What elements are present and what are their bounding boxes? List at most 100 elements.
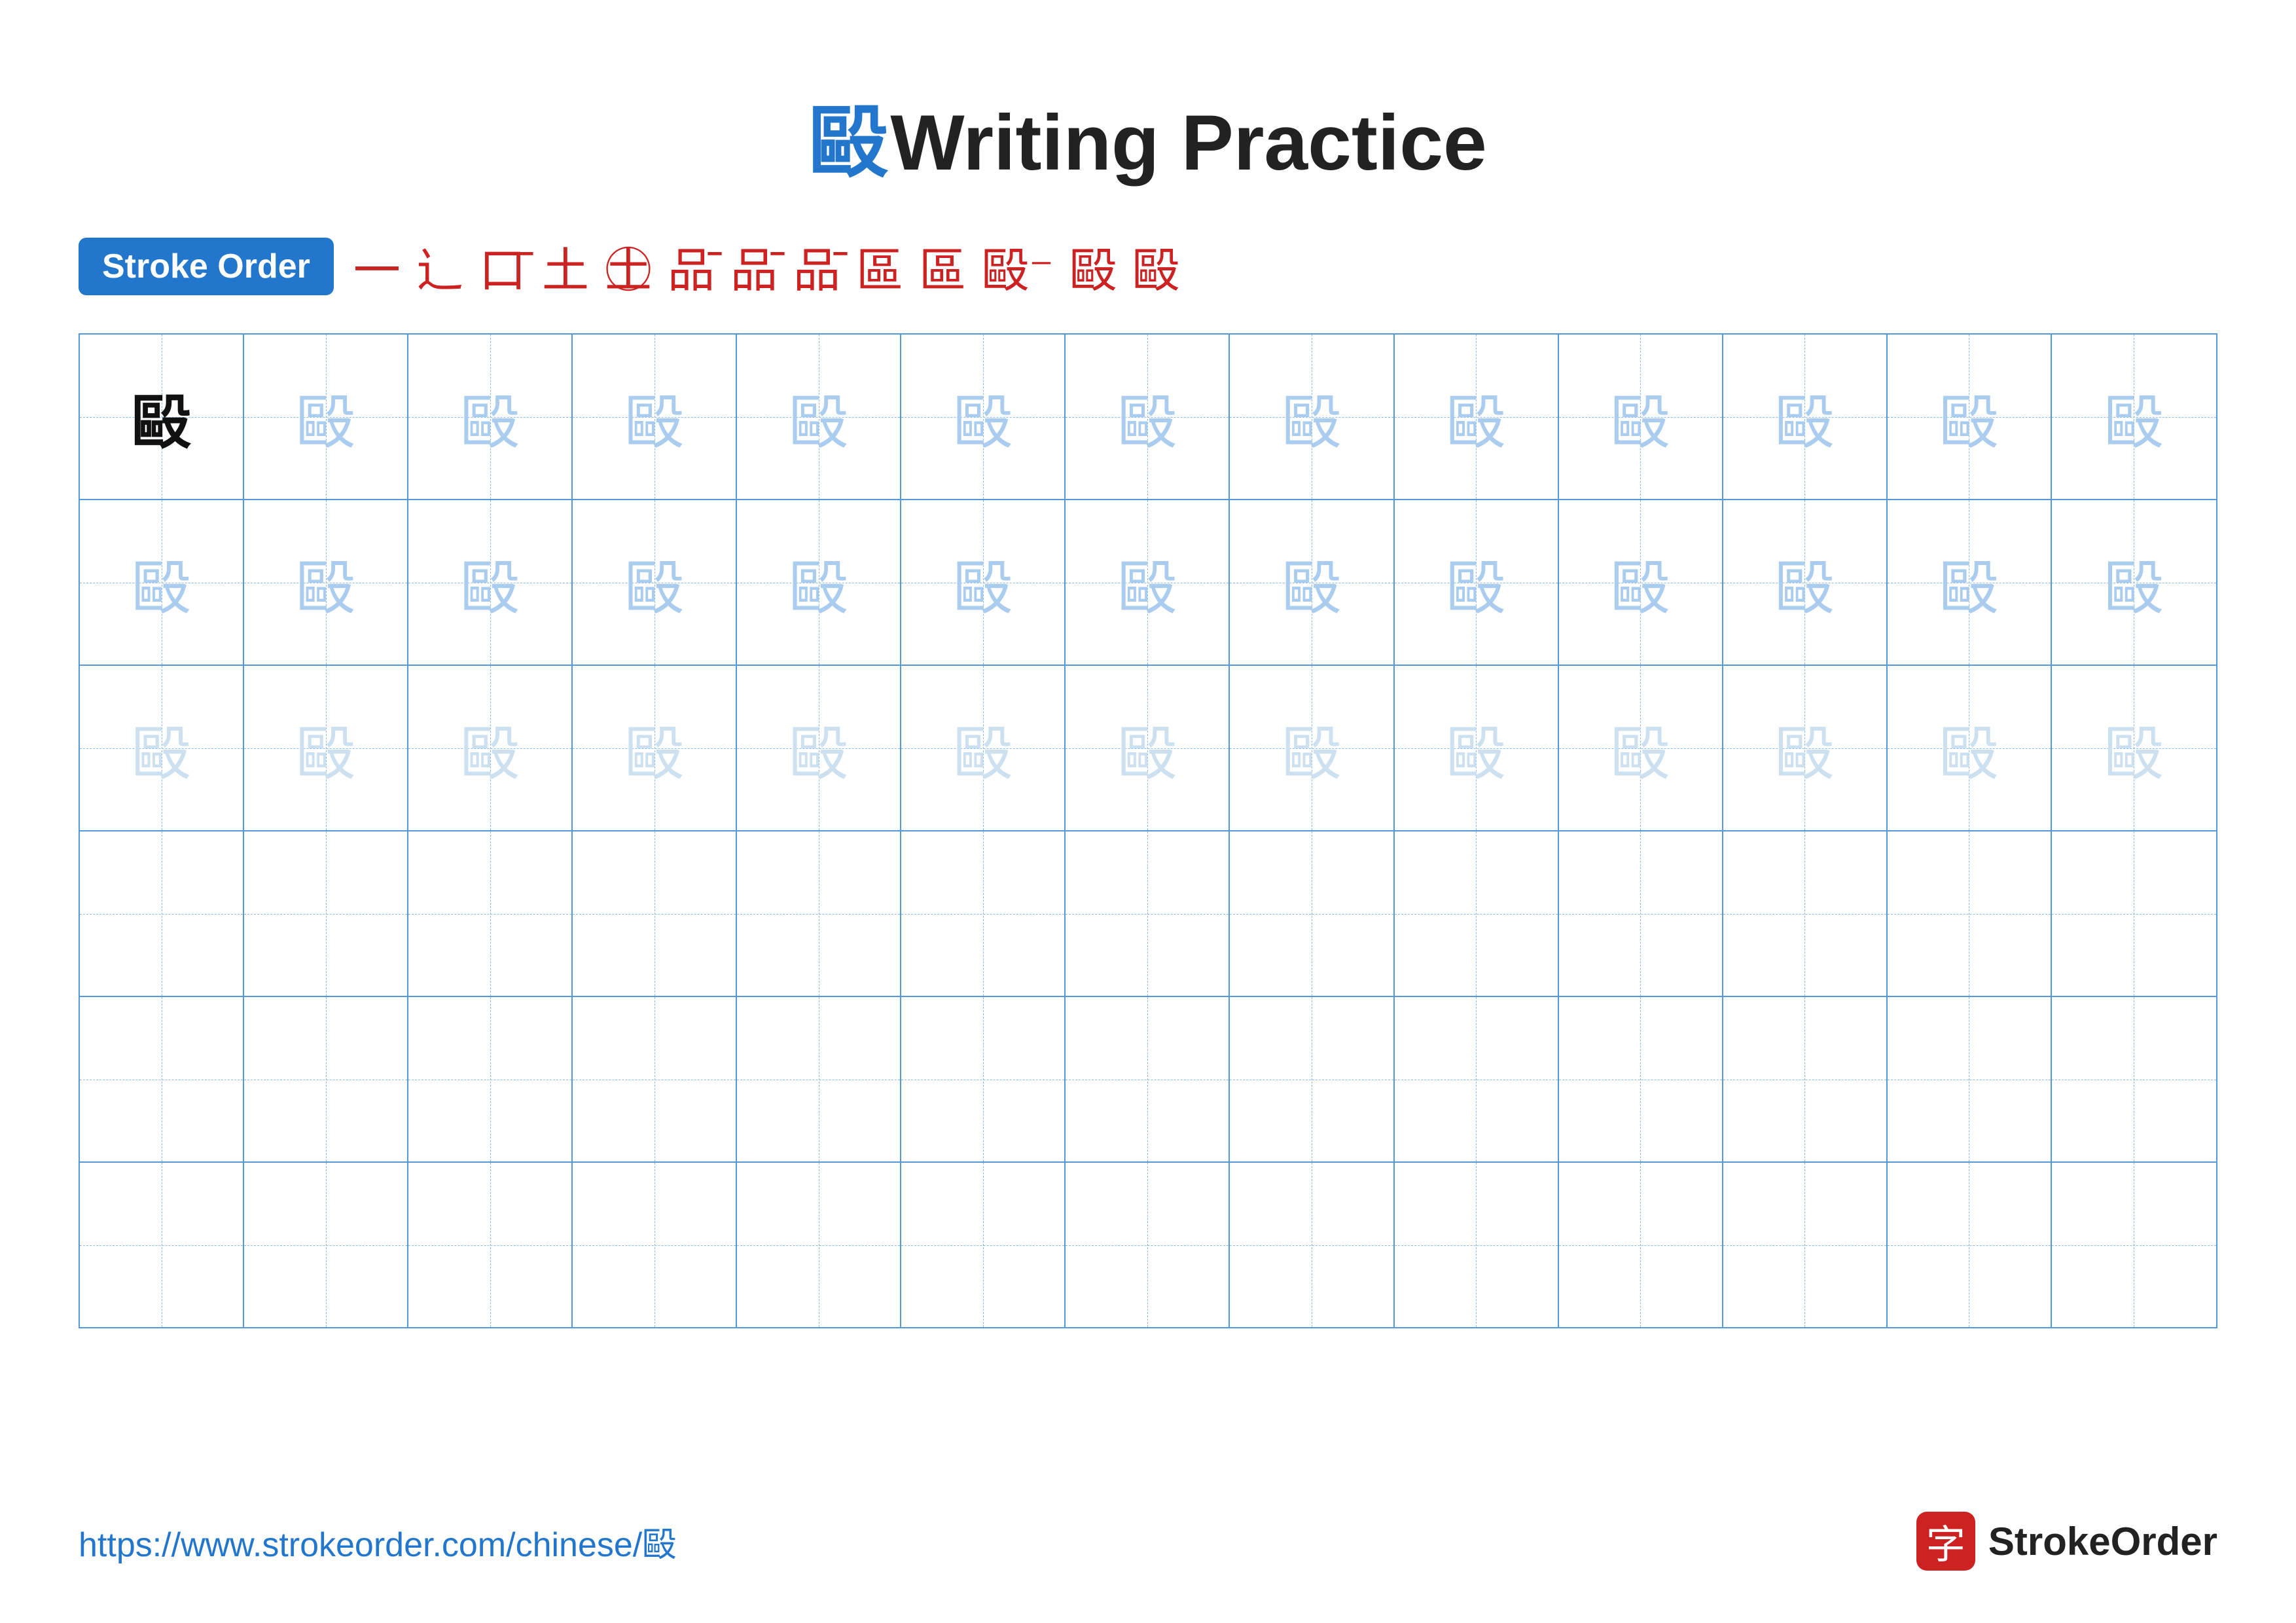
cell-char: 毆 bbox=[461, 374, 520, 460]
grid-cell-3-5[interactable]: 毆 bbox=[737, 666, 901, 830]
grid-cell-3-10[interactable]: 毆 bbox=[1559, 666, 1723, 830]
footer-url: https://www.strokeorder.com/chinese/毆 bbox=[79, 1517, 676, 1566]
grid-cell-3-3[interactable]: 毆 bbox=[408, 666, 573, 830]
cell-char: 毆 bbox=[954, 706, 1013, 791]
grid-cell-5-2[interactable] bbox=[244, 997, 408, 1161]
grid-cell-5-13[interactable] bbox=[2052, 997, 2216, 1161]
grid-cell-3-1[interactable]: 毆 bbox=[80, 666, 244, 830]
grid-cell-6-13[interactable] bbox=[2052, 1163, 2216, 1327]
grid-cell-4-9[interactable] bbox=[1395, 831, 1559, 996]
cell-char: 毆 bbox=[1282, 706, 1341, 791]
grid-cell-3-4[interactable]: 毆 bbox=[573, 666, 737, 830]
cell-char: 毆 bbox=[2104, 540, 2163, 625]
grid-cell-2-13[interactable]: 毆 bbox=[2052, 500, 2216, 665]
grid-cell-5-10[interactable] bbox=[1559, 997, 1723, 1161]
grid-cell-2-1[interactable]: 毆 bbox=[80, 500, 244, 665]
grid-cell-6-8[interactable] bbox=[1230, 1163, 1394, 1327]
grid-cell-4-5[interactable] bbox=[737, 831, 901, 996]
grid-cell-6-6[interactable] bbox=[901, 1163, 1066, 1327]
grid-cell-6-1[interactable] bbox=[80, 1163, 244, 1327]
cell-char: 毆 bbox=[2104, 706, 2163, 791]
grid-cell-2-7[interactable]: 毆 bbox=[1066, 500, 1230, 665]
grid-cell-1-3[interactable]: 毆 bbox=[408, 335, 573, 499]
grid-cell-4-11[interactable] bbox=[1723, 831, 1888, 996]
grid-cell-1-13[interactable]: 毆 bbox=[2052, 335, 2216, 499]
grid-cell-6-3[interactable] bbox=[408, 1163, 573, 1327]
grid-cell-2-10[interactable]: 毆 bbox=[1559, 500, 1723, 665]
grid-cell-5-5[interactable] bbox=[737, 997, 901, 1161]
grid-cell-1-8[interactable]: 毆 bbox=[1230, 335, 1394, 499]
grid-cell-5-6[interactable] bbox=[901, 997, 1066, 1161]
grid-cell-5-7[interactable] bbox=[1066, 997, 1230, 1161]
grid-cell-1-11[interactable]: 毆 bbox=[1723, 335, 1888, 499]
grid-cell-6-5[interactable] bbox=[737, 1163, 901, 1327]
grid-row-1: 毆 毆 毆 毆 毆 毆 毆 毆 毆 bbox=[80, 335, 2216, 500]
grid-cell-1-6[interactable]: 毆 bbox=[901, 335, 1066, 499]
grid-cell-5-8[interactable] bbox=[1230, 997, 1394, 1161]
cell-char: 毆 bbox=[1611, 706, 1670, 791]
grid-cell-1-7[interactable]: 毆 bbox=[1066, 335, 1230, 499]
grid-cell-3-9[interactable]: 毆 bbox=[1395, 666, 1559, 830]
grid-cell-2-3[interactable]: 毆 bbox=[408, 500, 573, 665]
grid-cell-2-9[interactable]: 毆 bbox=[1395, 500, 1559, 665]
grid-cell-3-7[interactable]: 毆 bbox=[1066, 666, 1230, 830]
grid-cell-5-12[interactable] bbox=[1888, 997, 2052, 1161]
grid-cell-4-4[interactable] bbox=[573, 831, 737, 996]
grid-cell-4-2[interactable] bbox=[244, 831, 408, 996]
grid-cell-6-2[interactable] bbox=[244, 1163, 408, 1327]
grid-cell-4-12[interactable] bbox=[1888, 831, 2052, 996]
grid-cell-3-6[interactable]: 毆 bbox=[901, 666, 1066, 830]
footer-brand: 字 StrokeOrder bbox=[1916, 1512, 2217, 1571]
grid-cell-6-11[interactable] bbox=[1723, 1163, 1888, 1327]
grid-cell-1-5[interactable]: 毆 bbox=[737, 335, 901, 499]
grid-cell-5-11[interactable] bbox=[1723, 997, 1888, 1161]
cell-char: 毆 bbox=[625, 706, 684, 791]
grid-cell-4-10[interactable] bbox=[1559, 831, 1723, 996]
cell-char: 毆 bbox=[789, 706, 848, 791]
grid-cell-2-5[interactable]: 毆 bbox=[737, 500, 901, 665]
cell-char: 毆 bbox=[461, 706, 520, 791]
grid-cell-4-8[interactable] bbox=[1230, 831, 1394, 996]
grid-cell-4-1[interactable] bbox=[80, 831, 244, 996]
cell-char: 毆 bbox=[132, 374, 191, 460]
grid-cell-6-7[interactable] bbox=[1066, 1163, 1230, 1327]
grid-cell-5-9[interactable] bbox=[1395, 997, 1559, 1161]
stroke-step-12: 毆 bbox=[1069, 232, 1117, 301]
grid-cell-6-9[interactable] bbox=[1395, 1163, 1559, 1327]
stroke-step-7: 品̄ bbox=[730, 232, 778, 301]
grid-cell-4-7[interactable] bbox=[1066, 831, 1230, 996]
grid-cell-4-3[interactable] bbox=[408, 831, 573, 996]
grid-cell-5-4[interactable] bbox=[573, 997, 737, 1161]
brand-icon: 字 bbox=[1916, 1512, 1975, 1571]
cell-char: 毆 bbox=[789, 374, 848, 460]
grid-cell-5-1[interactable] bbox=[80, 997, 244, 1161]
grid-cell-2-4[interactable]: 毆 bbox=[573, 500, 737, 665]
grid-cell-1-2[interactable]: 毆 bbox=[244, 335, 408, 499]
grid-cell-2-11[interactable]: 毆 bbox=[1723, 500, 1888, 665]
stroke-step-6: 品̄ bbox=[668, 232, 715, 301]
grid-cell-2-2[interactable]: 毆 bbox=[244, 500, 408, 665]
grid-cell-3-13[interactable]: 毆 bbox=[2052, 666, 2216, 830]
title-character: 毆 bbox=[809, 100, 888, 187]
grid-cell-1-12[interactable]: 毆 bbox=[1888, 335, 2052, 499]
grid-cell-6-10[interactable] bbox=[1559, 1163, 1723, 1327]
grid-cell-1-9[interactable]: 毆 bbox=[1395, 335, 1559, 499]
grid-cell-2-6[interactable]: 毆 bbox=[901, 500, 1066, 665]
grid-cell-4-6[interactable] bbox=[901, 831, 1066, 996]
grid-cell-3-12[interactable]: 毆 bbox=[1888, 666, 2052, 830]
grid-cell-3-11[interactable]: 毆 bbox=[1723, 666, 1888, 830]
grid-cell-1-1[interactable]: 毆 bbox=[80, 335, 244, 499]
stroke-step-2: ⻌ bbox=[416, 232, 463, 301]
grid-cell-5-3[interactable] bbox=[408, 997, 573, 1161]
stroke-step-9: 區 bbox=[856, 232, 903, 301]
cell-char: 毆 bbox=[1118, 706, 1177, 791]
grid-cell-1-4[interactable]: 毆 bbox=[573, 335, 737, 499]
grid-cell-6-4[interactable] bbox=[573, 1163, 737, 1327]
grid-cell-1-10[interactable]: 毆 bbox=[1559, 335, 1723, 499]
grid-cell-4-13[interactable] bbox=[2052, 831, 2216, 996]
grid-cell-6-12[interactable] bbox=[1888, 1163, 2052, 1327]
grid-cell-2-8[interactable]: 毆 bbox=[1230, 500, 1394, 665]
grid-cell-3-2[interactable]: 毆 bbox=[244, 666, 408, 830]
grid-cell-2-12[interactable]: 毆 bbox=[1888, 500, 2052, 665]
grid-cell-3-8[interactable]: 毆 bbox=[1230, 666, 1394, 830]
